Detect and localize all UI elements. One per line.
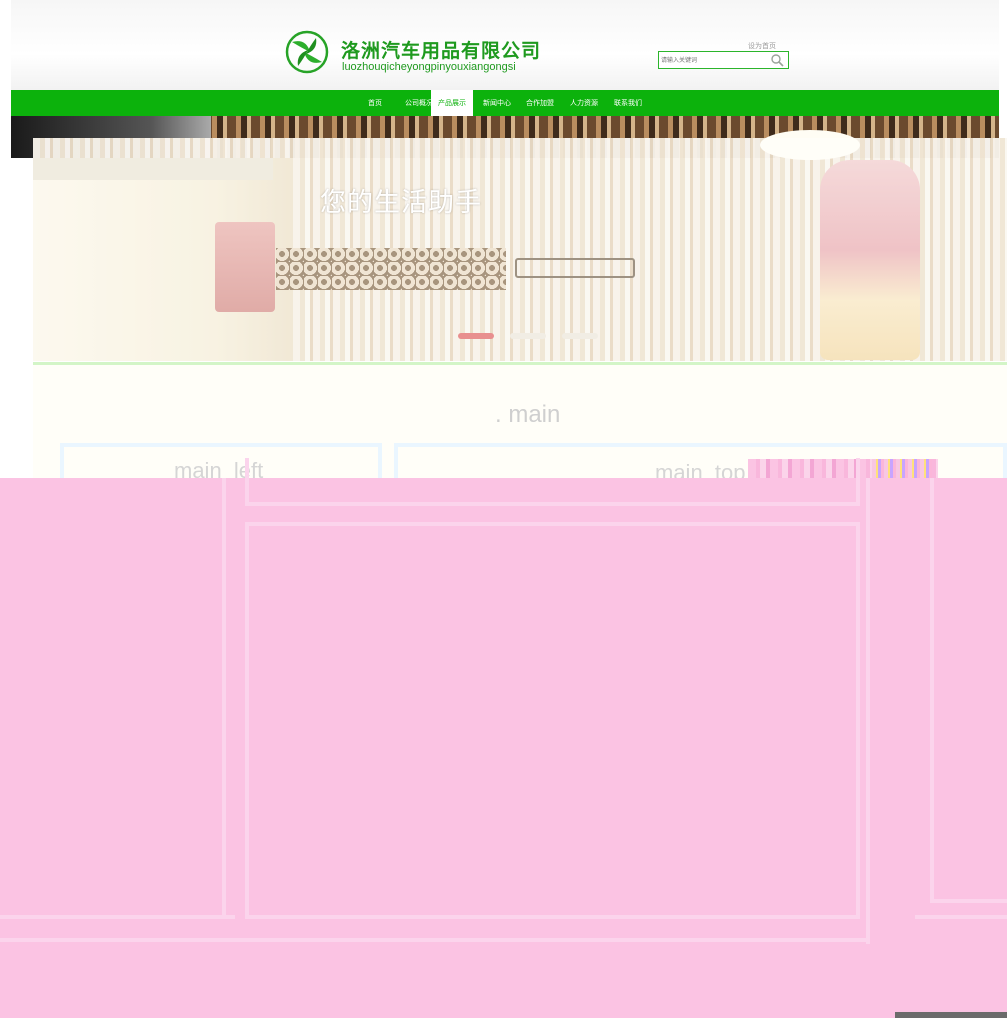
nav-item-cooperation[interactable]: 合作加盟: [519, 90, 561, 116]
main-label: . main: [495, 401, 561, 428]
main-nav: 首页 公司概况 产品展示 新闻中心 合作加盟 人力资源 联系我们: [11, 90, 999, 116]
overlay-left-divider: [222, 478, 226, 919]
overlay-content-frame: [245, 522, 860, 919]
overlay-right-frame: [930, 478, 1007, 903]
overlay-right-bottom-line: [915, 915, 1007, 919]
search-box: [658, 51, 789, 69]
company-name-pinyin: luozhouqicheyongpinyouxiangongsi: [342, 61, 516, 73]
overlay-corner-bar: [895, 1012, 1007, 1018]
nav-item-products[interactable]: 产品展示: [431, 90, 473, 116]
pink-stripe-accent: [872, 459, 932, 480]
banner-fade-overlay: [33, 138, 1007, 361]
company-name[interactable]: 洛洲汽车用品有限公司: [341, 36, 541, 63]
overlay-left-bottom-line: [0, 915, 235, 919]
overlay-top-frame: [245, 458, 860, 506]
nav-item-contact[interactable]: 联系我们: [605, 90, 651, 116]
slide-dot-2[interactable]: [510, 333, 546, 339]
nav-item-news[interactable]: 新闻中心: [476, 90, 518, 116]
nav-item-human-resources[interactable]: 人力资源: [563, 90, 605, 116]
banner-slogan: 您的生活助手: [320, 188, 483, 218]
page: 洛洲汽车用品有限公司 luozhouqicheyongpinyouxiangon…: [0, 0, 1007, 1018]
slide-dot-1[interactable]: [458, 333, 494, 339]
overlay-bottom-line: [0, 938, 870, 942]
magnifier-icon[interactable]: [769, 53, 785, 67]
search-input[interactable]: [661, 54, 761, 66]
site-header: 洛洲汽车用品有限公司 luozhouqicheyongpinyouxiangon…: [11, 0, 999, 90]
set-homepage-link[interactable]: 设为首页: [748, 41, 776, 51]
pink-overlay: [0, 458, 1007, 1018]
slide-dot-3[interactable]: [562, 333, 598, 339]
overlay-right-divider: [866, 478, 870, 944]
swirl-leaf-logo-icon[interactable]: [284, 28, 330, 76]
